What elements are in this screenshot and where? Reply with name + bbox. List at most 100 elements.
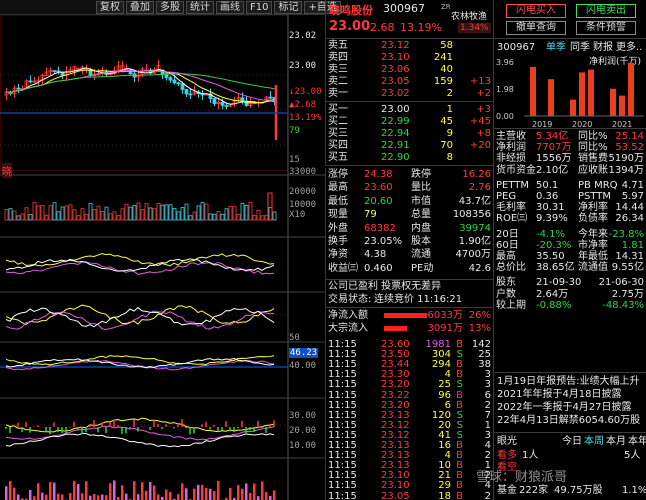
fundamentals-table: 主营收 5.34亿 同比% 25.14 净利润 7707万 同比% 53.52 非经损 1556万… bbox=[494, 130, 646, 370]
bid-label: 买三 bbox=[328, 128, 348, 139]
stat-label: PE动 bbox=[411, 262, 434, 274]
flow-label: 净流入额 bbox=[328, 310, 368, 321]
tab-same-quarter[interactable]: 同季 bbox=[570, 42, 590, 53]
fund-row: 60日 -20.3% 市净率 1.81 bbox=[494, 240, 646, 251]
axis-label-79: 79 bbox=[289, 126, 300, 136]
fin-bar bbox=[530, 66, 536, 116]
fund-label: 非经损 bbox=[496, 153, 526, 165]
fund-row: 最高 35.50 年最低 14.31 bbox=[494, 251, 646, 262]
stat-value: 39974 bbox=[459, 222, 491, 234]
bid-change: +20 bbox=[469, 140, 491, 151]
fund-value: 30.31 bbox=[536, 202, 565, 214]
chart-toolbar: 复权 叠加 多股 统计 画线 F10 标记 +自选 bbox=[0, 0, 341, 15]
fund-value: 5190万 bbox=[608, 153, 644, 165]
bid-change: +3 bbox=[476, 104, 491, 115]
fund-value: 0.36 bbox=[536, 191, 559, 202]
news-item: 1月19日年报预告:业绩大幅上升 bbox=[497, 376, 640, 387]
multi-stock-button[interactable]: 多股 bbox=[156, 0, 184, 14]
ask-label: 卖四 bbox=[328, 52, 348, 63]
tab-more[interactable]: 更多.. bbox=[616, 42, 642, 53]
flash-sell-button[interactable]: 闪电卖出 bbox=[576, 4, 636, 18]
status-line1: 公司已盈利 投票权无差异 bbox=[328, 281, 442, 292]
watermark: 雪球：财狼派哥 bbox=[476, 470, 568, 485]
stock-header: 晓鸣股份 300967 ZR 农林牧渔 1.34% 23.00 2.68 13.… bbox=[325, 0, 493, 38]
ask-label: 卖一 bbox=[328, 88, 348, 99]
fund-value: 4.71 bbox=[621, 179, 644, 191]
fund-value: 21-06-30 bbox=[598, 277, 644, 289]
stock-name[interactable]: 晓鸣股份 bbox=[329, 2, 373, 18]
stat-row: 现量 79 总量 108356 bbox=[326, 209, 493, 220]
stat-label: 涨停 bbox=[328, 169, 348, 180]
mark-button[interactable]: 标记 bbox=[274, 0, 303, 14]
ask-label: 卖三 bbox=[328, 64, 348, 75]
flow-value: 3091万 bbox=[427, 323, 463, 334]
news-item: 2022年一季报于4月27日披露 bbox=[497, 402, 632, 413]
price-marker: ↓23.00 bbox=[289, 87, 322, 97]
news-row: 22年4月13日解禁6054.60万股 bbox=[494, 415, 646, 426]
tab-week[interactable]: 本周 bbox=[584, 436, 604, 447]
last-price: 23.00 bbox=[329, 19, 371, 34]
price-change-pct: 13.19% bbox=[400, 21, 442, 34]
axis-label-x10: X10 bbox=[289, 210, 306, 220]
fuquan-button[interactable]: 复权 bbox=[96, 0, 124, 14]
fund-value: 38.65亿 bbox=[536, 262, 575, 274]
flow-value: 6033万 bbox=[427, 310, 463, 321]
fund-row: 总价比 38.65亿 流通值 9.55亿 bbox=[494, 262, 646, 273]
tab-month[interactable]: 本月 bbox=[606, 436, 626, 447]
tab-today[interactable]: 今日 bbox=[562, 436, 582, 447]
fund-label: 最高 bbox=[496, 251, 516, 262]
ask-row: 卖三 23.06 40 bbox=[326, 64, 493, 75]
flash-buy-button[interactable]: 闪电买入 bbox=[506, 4, 566, 18]
kline-chart-area[interactable]: 23.02 23.00 ↓23.00 ▲2.68 13.19% 79 15 33… bbox=[0, 15, 325, 500]
tab-single-quarter[interactable]: 单季 bbox=[546, 42, 566, 53]
bid-row: 买一 23.00 1 +3 bbox=[326, 104, 493, 115]
stat-value: 68382 bbox=[364, 222, 396, 234]
tab-year[interactable]: 本年 bbox=[628, 436, 646, 447]
draw-line-button[interactable]: 画线 bbox=[216, 0, 244, 14]
flow-bar bbox=[384, 326, 407, 331]
fund-value: 9.39% bbox=[536, 213, 568, 225]
stat-row: 涨停 24.38 跌停 16.26 bbox=[326, 169, 493, 180]
ask-price: 23.06 bbox=[381, 64, 410, 75]
flow-bar bbox=[384, 313, 427, 318]
fin-bar bbox=[619, 95, 625, 116]
statistics-button[interactable]: 统计 bbox=[186, 0, 214, 14]
fund-label: PB MRQ bbox=[578, 179, 618, 191]
fund-value: -4.1% bbox=[536, 228, 566, 240]
stat-value: 0.460 bbox=[364, 262, 393, 274]
fund-value: 2.64万 bbox=[536, 288, 569, 300]
f10-button[interactable]: F10 bbox=[246, 0, 273, 14]
tick-volume: 18 bbox=[438, 490, 451, 500]
fund-value: 26.34 bbox=[615, 213, 644, 225]
overlay-button[interactable]: 叠加 bbox=[126, 0, 154, 14]
stat-row: 最高 23.60 量比 2.76 bbox=[326, 182, 493, 193]
fund-row: 股东 21-09-30 21-06-30 bbox=[494, 277, 646, 288]
tab-report[interactable]: 财报 bbox=[593, 42, 613, 53]
sentiment-tabs: 眼光 今日 本周 本月 本年 bbox=[494, 436, 646, 447]
fund-value: 1394万 bbox=[608, 164, 644, 176]
stat-label: 净资 bbox=[328, 249, 348, 261]
condition-alert-button[interactable]: 条件预警 bbox=[576, 21, 636, 35]
axis-label-pct: 13.19% bbox=[289, 113, 322, 123]
order-book: 卖五 23.12 58 卖四 23.10 241 卖三 23.06 40 卖二 23.05 159 +1… bbox=[325, 38, 493, 166]
cancel-query-button[interactable]: 撤单查询 bbox=[506, 21, 566, 35]
stat-value: 23.60 bbox=[364, 182, 393, 194]
fund-row: 非经损 1556万 销售费 5190万 bbox=[494, 153, 646, 164]
indicator-bars bbox=[5, 419, 276, 500]
stat-value: 43.7亿 bbox=[458, 195, 491, 207]
bid-label: 买五 bbox=[328, 152, 348, 163]
stat-value: 1.90亿 bbox=[458, 236, 491, 247]
fund-label: 较上期 bbox=[496, 299, 526, 311]
kline-svg bbox=[0, 15, 325, 500]
fin-bar bbox=[588, 69, 594, 116]
fin-bar bbox=[548, 79, 554, 116]
sector-name[interactable]: 农林牧渔 bbox=[451, 9, 487, 22]
ask-price: 23.10 bbox=[381, 52, 410, 63]
ask-row: 卖五 23.12 58 bbox=[326, 40, 493, 51]
axis-label-40: 40.00 bbox=[289, 361, 317, 371]
bid-price: 22.90 bbox=[381, 152, 410, 163]
fund-label: PEG bbox=[496, 191, 517, 202]
stat-value: 23.05% bbox=[364, 236, 403, 247]
fin-bar bbox=[570, 99, 576, 116]
fund-label: 货币资金 bbox=[496, 164, 536, 176]
